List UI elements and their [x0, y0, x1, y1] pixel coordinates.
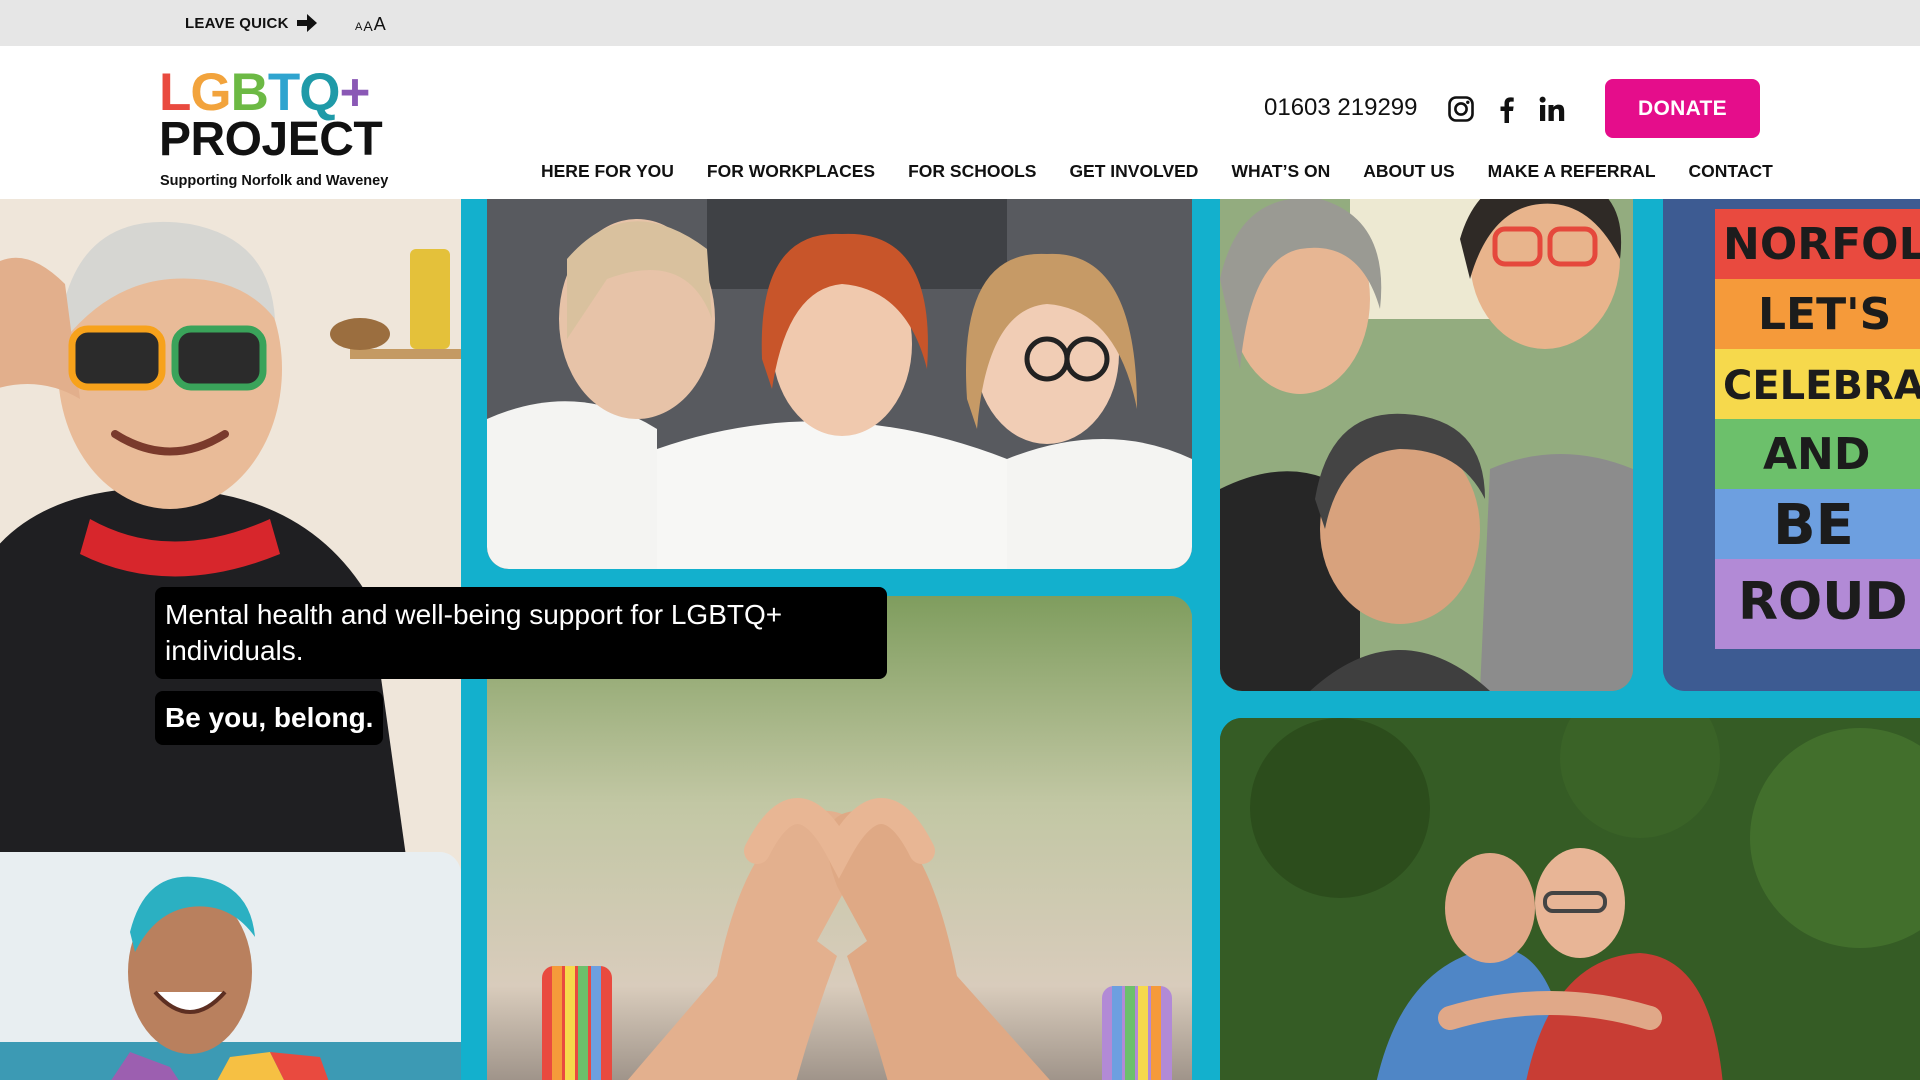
- nav-item-for-workplaces[interactable]: FOR WORKPLACES: [707, 161, 875, 182]
- banner-text-line-1: NORFOLK: [1723, 219, 1920, 270]
- pride-banner-illustration: NORFOLK LET'S CELEBRATE AND BE ROUD: [1663, 199, 1920, 691]
- logo-letter: +: [339, 63, 371, 122]
- text-size-small[interactable]: A: [355, 20, 362, 34]
- nav-item-make-a-referral[interactable]: MAKE A REFERRAL: [1488, 161, 1656, 182]
- instagram-icon: [1448, 96, 1474, 122]
- facebook-icon: [1500, 97, 1514, 123]
- linkedin-icon: [1539, 96, 1565, 121]
- leave-quick-button[interactable]: LEAVE QUICK: [185, 12, 317, 34]
- banner-text-line-6: ROUD: [1738, 572, 1908, 632]
- facebook-link[interactable]: [1492, 94, 1522, 124]
- nav-item-about-us[interactable]: ABOUT US: [1363, 161, 1454, 182]
- linkedin-link[interactable]: [1537, 94, 1567, 124]
- volunteers-illustration: [487, 199, 1192, 569]
- instagram-link[interactable]: [1446, 94, 1476, 124]
- hero-tagline: Mental health and well-being support for…: [155, 587, 887, 679]
- logo-letter: T: [267, 63, 300, 122]
- nav-item-get-involved[interactable]: GET INVOLVED: [1069, 161, 1198, 182]
- leave-quick-label: LEAVE QUICK: [185, 14, 289, 32]
- logo-project-text: PROJECT: [159, 113, 383, 166]
- arrow-right-icon: [296, 14, 317, 32]
- friends-illustration: [1220, 199, 1633, 691]
- hero-collage: NORFOLK LET'S CELEBRATE AND BE ROUD: [0, 199, 1920, 1080]
- site-header: L G B T Q + PROJECT Supporting Norfolk and Wa…: [0, 46, 1920, 199]
- logo-tagline: Supporting Norfolk and Waveney: [160, 173, 389, 189]
- text-size-control[interactable]: A A A: [355, 12, 386, 35]
- logo-letter: L: [159, 63, 191, 122]
- logo-wordmark: L G B T Q +: [159, 63, 371, 122]
- main-nav: HERE FOR YOU FOR WORKPLACES FOR SCHOOLS …: [541, 161, 1773, 182]
- logo-letter: Q: [299, 63, 340, 122]
- nav-item-whats-on[interactable]: WHAT’S ON: [1231, 161, 1330, 182]
- hero-slogan: Be you, belong.: [155, 691, 384, 745]
- person-blue-hair-illustration: [0, 852, 461, 1080]
- photo-friends-at-pride: [1220, 199, 1633, 691]
- nav-item-for-schools[interactable]: FOR SCHOOLS: [908, 161, 1036, 182]
- text-size-large[interactable]: A: [374, 15, 386, 34]
- nav-item-here-for-you[interactable]: HERE FOR YOU: [541, 161, 674, 182]
- rainbow-wristband-left: [542, 966, 612, 1080]
- text-size-medium[interactable]: A: [363, 18, 372, 34]
- photo-volunteers-group: [487, 199, 1192, 569]
- rainbow-wristband-right: [1102, 986, 1172, 1080]
- banner-text-line-4: AND: [1763, 429, 1870, 480]
- logo[interactable]: L G B T Q + PROJECT Supporting Norfolk and Wa…: [159, 66, 409, 191]
- donate-button[interactable]: DONATE: [1605, 79, 1760, 138]
- logo-letter: G: [190, 63, 231, 122]
- utility-bar: LEAVE QUICK A A A: [0, 0, 1920, 46]
- logo-letter: B: [230, 63, 269, 122]
- phone-number-link[interactable]: 01603 219299: [1264, 94, 1418, 122]
- photo-couple-hugging: [1220, 718, 1920, 1080]
- banner-text-line-3: CELEBRATE: [1723, 363, 1920, 409]
- photo-pride-banner: NORFOLK LET'S CELEBRATE AND BE ROUD: [1663, 199, 1920, 691]
- banner-text-line-5: BE: [1773, 493, 1854, 558]
- banner-text-line-2: LET'S: [1758, 289, 1891, 340]
- photo-person-blue-hair: [0, 852, 461, 1080]
- couple-hugging-illustration: [1220, 718, 1920, 1080]
- nav-item-contact[interactable]: CONTACT: [1689, 161, 1773, 182]
